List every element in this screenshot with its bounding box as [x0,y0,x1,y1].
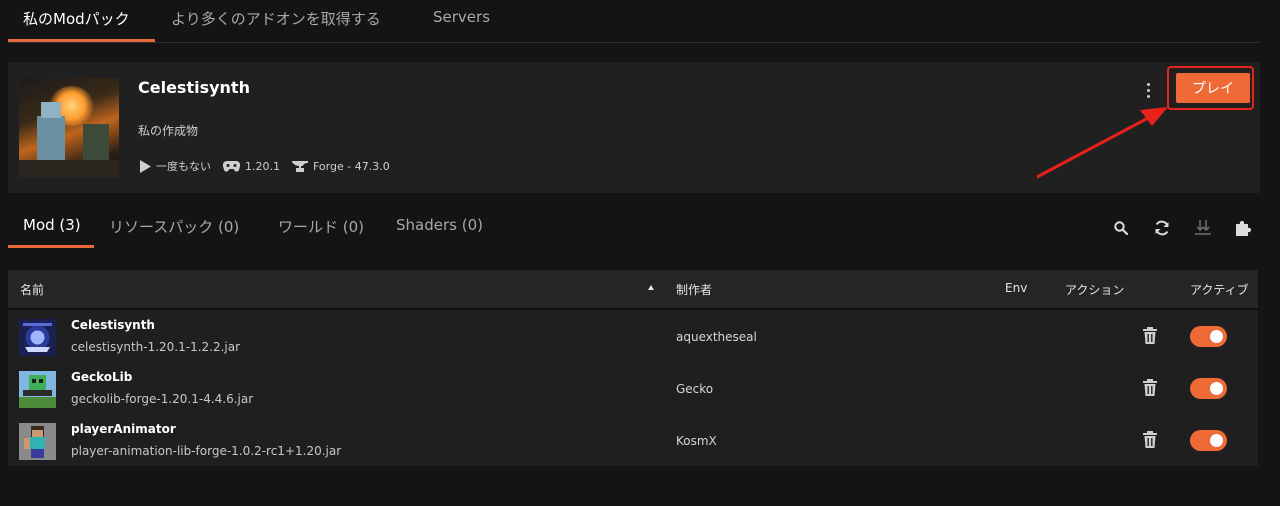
mod-file: geckolib-forge-1.20.1-4.4.6.jar [71,392,254,406]
table-row[interactable]: GeckoLib geckolib-forge-1.20.1-4.4.6.jar… [8,362,1258,414]
modpack-description: 私の作成物 [138,124,199,138]
sort-ascending-icon[interactable] [648,285,654,290]
search-icon[interactable] [1111,218,1131,238]
mod-icon [19,319,56,356]
active-tab-indicator [8,39,155,42]
mod-author: KosmX [676,434,717,448]
modpack-thumbnail [19,78,119,178]
active-toggle[interactable] [1190,378,1227,399]
active-toggle[interactable] [1190,430,1227,451]
puzzle-icon[interactable] [1233,218,1253,238]
column-header-active[interactable]: アクティブ [1190,281,1249,298]
tab-mods[interactable]: Mod (3) [23,216,81,234]
mod-file: player-animation-lib-forge-1.0.2-rc1+1.2… [71,444,342,458]
mod-icon [19,423,56,460]
table-header: 名前 制作者 Env アクション アクティブ [8,270,1258,310]
tab-my-modpacks[interactable]: 私のModパック [23,8,130,29]
tab-servers[interactable]: Servers [433,8,490,26]
mod-name: Celestisynth [71,318,155,332]
download-icon[interactable] [1193,218,1213,238]
table-row[interactable]: Celestisynth celestisynth-1.20.1-1.2.2.j… [8,310,1258,362]
mod-author: Gecko [676,382,714,396]
active-section-indicator [8,245,94,248]
active-toggle[interactable] [1190,326,1227,347]
last-played-value: 一度もない [156,160,211,173]
mod-author: aquextheseal [676,330,757,344]
gamepad-icon [223,160,240,172]
tab-worlds[interactable]: ワールド (0) [278,216,364,237]
loader-version-value: Forge - 47.3.0 [313,159,390,173]
column-header-name[interactable]: 名前 [20,281,44,298]
trash-icon[interactable] [1142,378,1158,398]
game-version: 1.20.1 [223,160,280,173]
mod-file: celestisynth-1.20.1-1.2.2.jar [71,340,241,354]
trash-icon[interactable] [1142,430,1158,450]
tab-resource-packs[interactable]: リソースパック (0) [109,216,239,237]
table-row[interactable]: playerAnimator player-animation-lib-forg… [8,414,1258,466]
top-tab-bar: 私のModパック より多くのアドオンを取得する Servers [8,0,1260,43]
modpack-title: Celestisynth [138,78,250,97]
game-version-value: 1.20.1 [245,159,280,173]
play-triangle-icon [140,159,151,173]
column-header-author[interactable]: 制作者 [676,281,712,298]
modpack-card: Celestisynth 私の作成物 一度もない 1.20.1 Forge - … [8,62,1260,193]
content-tab-bar: Mod (3) リソースパック (0) ワールド (0) Shaders (0) [8,212,908,248]
refresh-icon[interactable] [1152,218,1172,238]
play-button[interactable]: プレイ [1176,73,1250,103]
modpack-meta: 一度もない 1.20.1 Forge - 47.3.0 [140,158,402,174]
tab-get-more-addons[interactable]: より多くのアドオンを取得する [171,8,381,29]
mod-name: playerAnimator [71,422,176,436]
loader-version: Forge - 47.3.0 [292,160,390,173]
mod-icon [19,371,56,408]
column-header-env[interactable]: Env [1005,281,1027,295]
anvil-icon [292,160,308,172]
mods-table: 名前 制作者 Env アクション アクティブ Celestisynth cele… [8,270,1258,466]
mod-name: GeckoLib [71,370,133,384]
column-header-actions: アクション [1065,283,1125,297]
last-played: 一度もない [140,158,211,174]
tab-shaders[interactable]: Shaders (0) [396,216,483,234]
trash-icon[interactable] [1142,326,1158,346]
more-options-icon[interactable] [1138,78,1158,102]
